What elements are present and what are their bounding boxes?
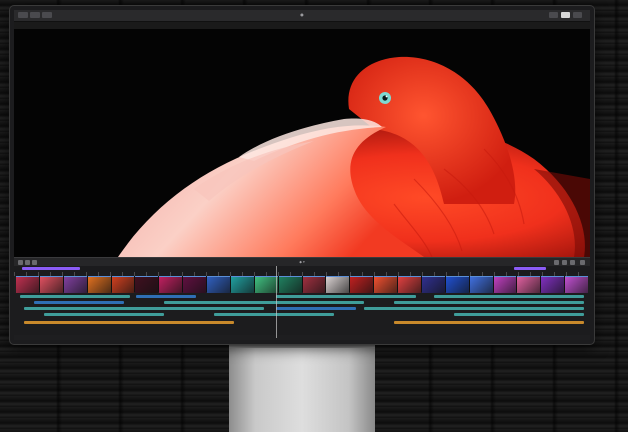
top-toolbar: ● [14, 10, 590, 22]
connected-tracks[interactable] [14, 293, 590, 335]
clip-thumbnail[interactable] [278, 276, 302, 293]
zoom-icon[interactable] [554, 260, 559, 265]
connected-clip[interactable] [364, 307, 584, 310]
clip-thumbnail[interactable] [207, 276, 230, 293]
clip-thumbnail[interactable] [183, 276, 206, 293]
clip-thumbnail[interactable] [493, 276, 517, 293]
connected-clip[interactable] [20, 295, 130, 298]
connected-clip[interactable] [24, 307, 264, 310]
connected-clip[interactable] [276, 307, 356, 310]
primary-storyline[interactable] [16, 276, 588, 293]
clip-thumbnail[interactable] [350, 276, 374, 293]
range-selection-left[interactable] [22, 267, 80, 270]
clip-thumbnail[interactable] [541, 276, 565, 293]
playhead[interactable] [276, 266, 277, 338]
share-icon[interactable] [573, 12, 582, 18]
connected-clip[interactable] [434, 295, 584, 298]
video-viewer[interactable] [14, 29, 590, 257]
clip-thumbnail[interactable] [302, 276, 326, 293]
clip-thumbnail[interactable] [421, 276, 445, 293]
connected-clip[interactable] [214, 313, 334, 316]
connected-clip[interactable] [164, 301, 364, 304]
skimming-icon[interactable] [570, 260, 575, 265]
clip-thumbnail[interactable] [87, 276, 111, 293]
clip-thumbnail[interactable] [517, 276, 541, 293]
clip-thumbnail[interactable] [374, 276, 397, 293]
clip-thumbnail[interactable] [326, 276, 350, 293]
clip-thumbnail[interactable] [16, 276, 39, 293]
clip-thumbnail[interactable] [135, 276, 159, 293]
clip-thumbnail[interactable] [39, 276, 63, 293]
monitor: ● ◆ ▾ [10, 6, 594, 344]
connected-clip[interactable] [136, 295, 196, 298]
inspector-icon[interactable] [561, 12, 570, 18]
clip-thumbnail[interactable] [63, 276, 87, 293]
expand-icon[interactable] [580, 260, 585, 265]
viewer-layout-icon[interactable] [549, 12, 558, 18]
toolbar-right-group [549, 12, 582, 18]
app-window: ● ◆ ▾ [14, 10, 590, 340]
audio-icon[interactable] [562, 260, 567, 265]
window-title: ● [300, 12, 304, 17]
timeline-ruler[interactable] [14, 266, 590, 276]
connected-clip[interactable] [454, 313, 584, 316]
clip-thumbnail[interactable] [159, 276, 183, 293]
connected-clip[interactable] [276, 295, 416, 298]
clip-thumbnail[interactable] [111, 276, 135, 293]
clip-thumbnail[interactable] [398, 276, 421, 293]
clip-thumbnail[interactable] [445, 276, 469, 293]
connected-clip[interactable] [34, 301, 124, 304]
connected-clip[interactable] [394, 301, 584, 304]
range-selection-right[interactable] [514, 267, 546, 270]
audio-clip[interactable] [394, 321, 584, 324]
clip-thumbnail[interactable] [469, 276, 493, 293]
connected-clip[interactable] [44, 313, 164, 316]
flamingo-image [14, 29, 590, 257]
clip-thumbnail[interactable] [230, 276, 254, 293]
monitor-stand [229, 342, 375, 432]
clip-thumbnail[interactable] [254, 276, 278, 293]
viewer-info-bar [14, 22, 590, 29]
audio-clip[interactable] [24, 321, 234, 324]
clip-thumbnail[interactable] [565, 276, 588, 293]
